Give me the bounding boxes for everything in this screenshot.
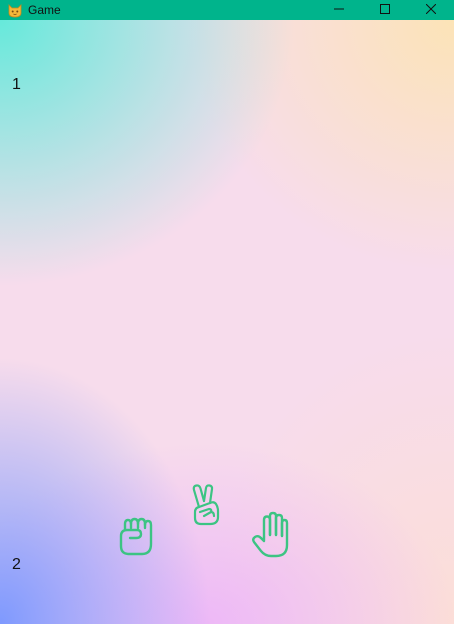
minimize-icon: [334, 3, 344, 17]
game-canvas: 1 2: [0, 20, 454, 624]
paper-button[interactable]: [251, 511, 291, 559]
close-button[interactable]: [408, 0, 454, 20]
maximize-icon: [380, 3, 390, 17]
close-icon: [425, 3, 437, 17]
cat-face-icon: [7, 2, 23, 18]
player-1-score: 1: [12, 76, 21, 93]
victory-hand-icon: [189, 484, 223, 531]
minimize-button[interactable]: [316, 0, 362, 20]
fist-hand-icon: [116, 517, 156, 562]
player-2-score: 2: [12, 556, 21, 573]
open-hand-icon: [251, 511, 291, 563]
title-bar[interactable]: Game: [0, 0, 454, 20]
window-title: Game: [28, 3, 61, 17]
game-window: Game 1 2: [0, 0, 454, 624]
maximize-button[interactable]: [362, 0, 408, 20]
scissors-button[interactable]: [189, 483, 223, 527]
rock-button[interactable]: [116, 514, 156, 558]
